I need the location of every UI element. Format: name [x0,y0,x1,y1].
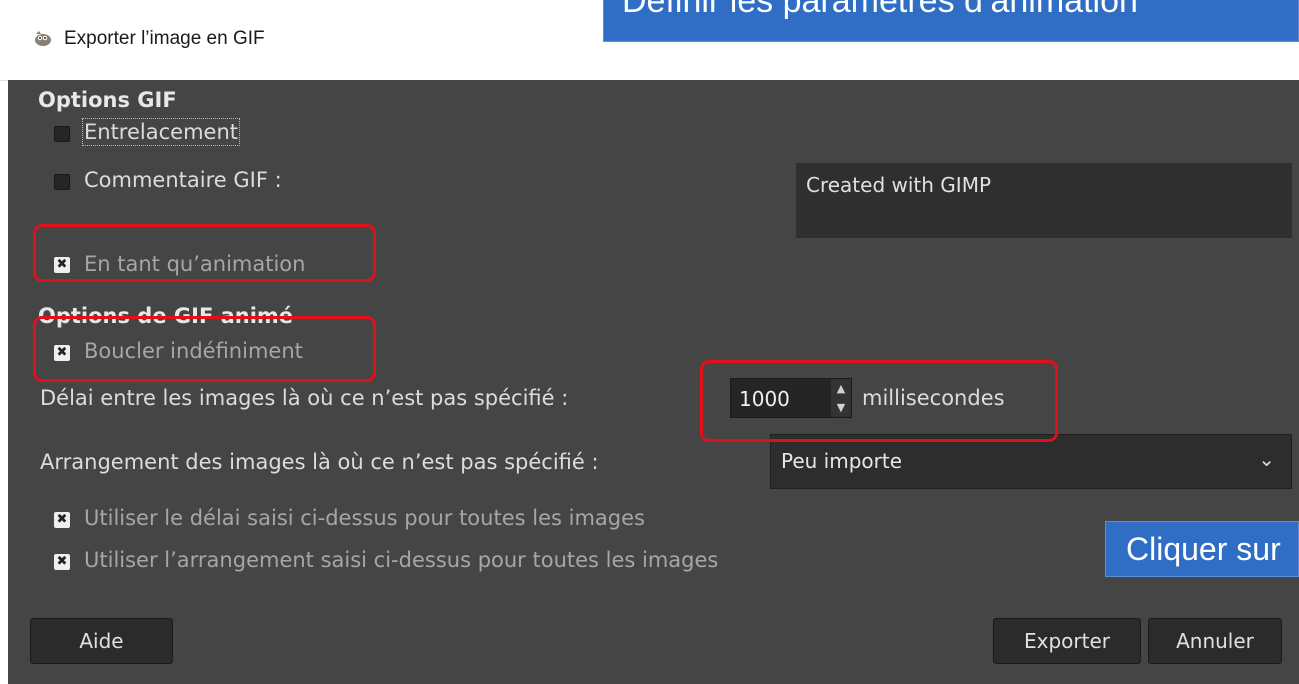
interlace-checkbox[interactable] [54,126,70,142]
use-disposal-all-label[interactable]: Utiliser l’arrangement saisi ci-dessus p… [84,548,718,572]
callout-top: Définir les paramètres d’animation [603,0,1299,42]
comment-label[interactable]: Commentaire GIF : [84,168,282,192]
comment-textarea[interactable]: Created with GIMP [796,163,1292,238]
use-disposal-all-checkbox[interactable]: ✖ [54,554,70,570]
export-button[interactable]: Exporter [993,618,1141,664]
comment-checkbox[interactable] [54,174,70,190]
cancel-button[interactable]: Annuler [1148,618,1282,664]
interlace-label[interactable]: Entrelacement [82,118,240,146]
window-title: Exporter l’image en GIF [64,28,265,49]
disposal-select[interactable]: Peu importe ⌄ [770,434,1292,489]
delay-label: Délai entre les images là où ce n’est pa… [40,386,569,410]
callout-right: Cliquer sur [1105,521,1299,577]
chevron-down-icon: ⌄ [1258,447,1275,471]
disposal-label: Arrangement des images là où ce n’est pa… [40,450,599,474]
highlight-loop [33,316,376,382]
use-delay-all-checkbox[interactable]: ✖ [54,512,70,528]
highlight-as-animation [33,224,376,282]
export-gif-dialog: Options GIF Entrelacement Commentaire GI… [8,80,1299,684]
use-delay-all-label[interactable]: Utiliser le délai saisi ci-dessus pour t… [84,506,645,530]
disposal-value: Peu importe [781,449,903,473]
gimp-icon [35,31,51,46]
highlight-delay [700,360,1058,442]
help-button[interactable]: Aide [30,618,173,664]
gif-options-heading: Options GIF [38,88,177,112]
